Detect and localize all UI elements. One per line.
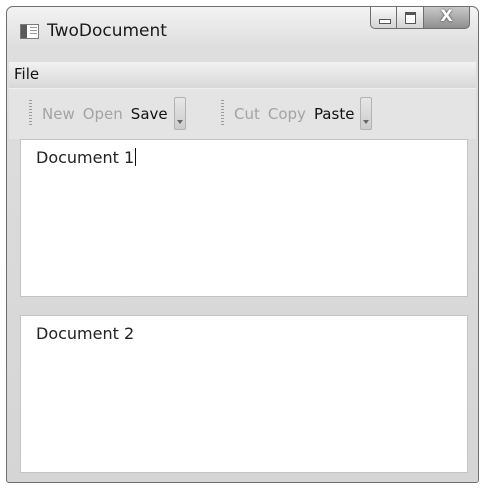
- toolbar-tray: New Open Save Cut Copy Paste: [9, 88, 476, 139]
- minimize-button[interactable]: [370, 7, 397, 29]
- open-button[interactable]: Open: [79, 105, 127, 123]
- document-text: Document 1: [36, 148, 137, 167]
- menu-bar: File: [9, 62, 476, 88]
- caption-buttons: X: [370, 6, 470, 29]
- file-toolbar: New Open Save: [29, 95, 186, 132]
- document-2-textbox[interactable]: Document 2: [20, 315, 468, 473]
- maximize-button[interactable]: [397, 7, 424, 29]
- maximize-icon: [405, 12, 416, 24]
- save-button[interactable]: Save: [127, 105, 172, 123]
- new-button[interactable]: New: [38, 105, 79, 123]
- cut-button[interactable]: Cut: [230, 105, 264, 123]
- paste-button[interactable]: Paste: [310, 105, 359, 123]
- close-icon: X: [440, 6, 453, 25]
- copy-button[interactable]: Copy: [264, 105, 310, 123]
- app-icon[interactable]: [20, 24, 39, 39]
- edit-toolbar: Cut Copy Paste: [221, 95, 373, 132]
- document-text: Document 2: [36, 324, 135, 343]
- text-caret: [135, 148, 137, 166]
- toolbar-grip-handle[interactable]: [221, 100, 224, 127]
- document-1-textbox[interactable]: Document 1: [20, 139, 468, 297]
- toolbar-overflow-button[interactable]: [173, 97, 186, 130]
- menu-file[interactable]: File: [14, 65, 39, 83]
- window-title: TwoDocument: [47, 21, 167, 41]
- toolbar-overflow-button[interactable]: [360, 97, 373, 130]
- close-button[interactable]: X: [424, 6, 470, 29]
- minimize-icon: [379, 19, 391, 24]
- title-bar[interactable]: TwoDocument X: [7, 6, 478, 57]
- toolbar-grip-handle[interactable]: [29, 100, 32, 127]
